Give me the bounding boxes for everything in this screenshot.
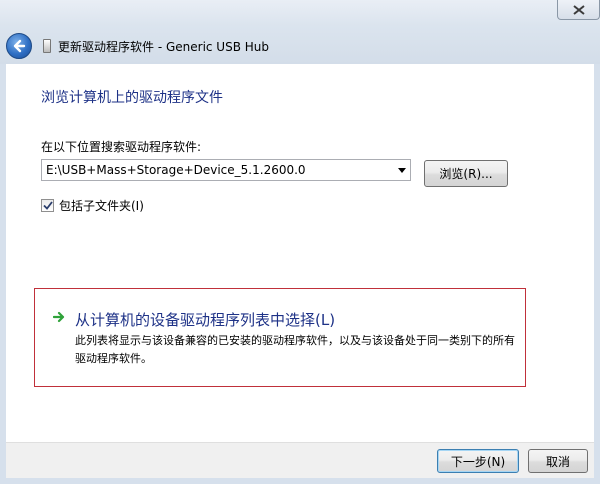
cancel-button[interactable]: 取消 bbox=[528, 449, 588, 473]
path-value[interactable]: E:\USB+Mass+Storage+Device_5.1.2600.0 bbox=[42, 163, 394, 177]
pick-from-list-description: 此列表将显示与该设备兼容的已安装的驱动程序软件，以及与该设备处于同一类别下的所有… bbox=[75, 334, 515, 365]
close-icon bbox=[572, 4, 585, 15]
button-bar: 下一步(N) 取消 bbox=[6, 442, 594, 478]
next-button[interactable]: 下一步(N) bbox=[437, 449, 519, 473]
include-subfolders-label: 包括子文件夹(I) bbox=[59, 199, 144, 213]
window-frame-right bbox=[594, 64, 600, 484]
page-heading: 浏览计算机上的驱动程序文件 bbox=[41, 90, 223, 106]
path-combobox[interactable]: E:\USB+Mass+Storage+Device_5.1.2600.0 bbox=[41, 159, 411, 181]
back-button[interactable] bbox=[6, 33, 32, 59]
dropdown-arrow-icon bbox=[398, 167, 406, 173]
pick-from-list-option[interactable]: 从计算机的设备驱动程序列表中选择(L) 此列表将显示与该设备兼容的已安装的驱动程… bbox=[34, 288, 526, 387]
browse-button[interactable]: 浏览(R)... bbox=[424, 160, 508, 187]
window-frame-bottom bbox=[0, 478, 600, 484]
checkmark-icon bbox=[42, 201, 53, 210]
content-area: 浏览计算机上的驱动程序文件 在以下位置搜索驱动程序软件: E:\USB+Mass… bbox=[6, 64, 594, 442]
pick-from-list-title[interactable]: 从计算机的设备驱动程序列表中选择(L) bbox=[75, 309, 335, 330]
close-button[interactable] bbox=[557, 0, 600, 20]
search-location-label: 在以下位置搜索驱动程序软件: bbox=[41, 140, 202, 154]
include-subfolders-checkbox[interactable] bbox=[41, 199, 54, 212]
back-arrow-icon bbox=[13, 39, 26, 53]
green-arrow-icon bbox=[53, 311, 65, 323]
device-icon bbox=[43, 39, 51, 53]
path-dropdown-button[interactable] bbox=[394, 160, 410, 180]
include-subfolders-row[interactable]: 包括子文件夹(I) bbox=[41, 197, 144, 214]
window-title: 更新驱动程序软件 - Generic USB Hub bbox=[58, 40, 270, 54]
